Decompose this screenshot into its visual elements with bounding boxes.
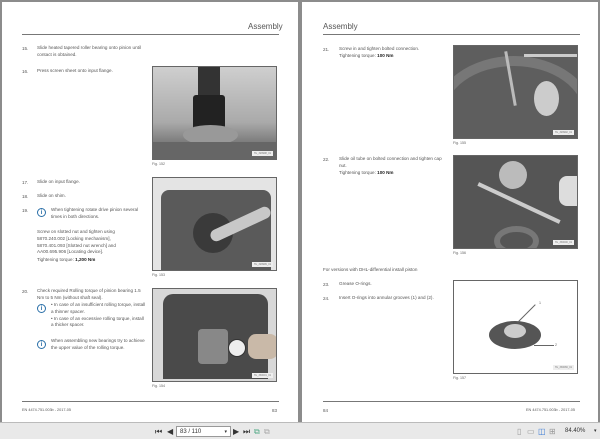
header-rule bbox=[22, 34, 279, 35]
figure-caption: Fig. 154 bbox=[152, 384, 165, 388]
callout-label: 2 bbox=[555, 343, 557, 347]
right-page: Assembly 21. Screw in and tighten bolted… bbox=[302, 2, 598, 422]
page-header: Assembly bbox=[248, 22, 283, 31]
info-icon: i bbox=[37, 304, 46, 313]
figure-caption: Fig. 155 bbox=[453, 141, 466, 145]
bullet-item: • In case of an insufficient rolling tor… bbox=[51, 302, 146, 314]
page-number: 83 bbox=[272, 408, 278, 413]
page-header: Assembly bbox=[323, 22, 358, 31]
step-number: 24. bbox=[323, 296, 330, 301]
scroll-view-icon[interactable]: ⊞ bbox=[549, 427, 556, 436]
footer-rule bbox=[323, 401, 580, 402]
header-rule bbox=[323, 34, 580, 35]
figure-156-photo: HL_330000_01 bbox=[453, 155, 578, 249]
step-text: Check required Rolling torque of pinion … bbox=[37, 288, 141, 300]
step-text: Screw in and tighten bolted connection. T… bbox=[339, 46, 420, 58]
figure-154-photo: HL_330001_01 bbox=[152, 288, 277, 382]
single-page-view-icon[interactable]: ▯ bbox=[517, 427, 521, 436]
step-number: 18. bbox=[22, 194, 29, 199]
step-number: 17. bbox=[22, 180, 29, 185]
next-page-button[interactable]: ▶ bbox=[233, 427, 239, 436]
figure-152-photo: HL_329998_01 bbox=[152, 66, 277, 160]
step-number: 20. bbox=[22, 289, 29, 294]
step-text: Press screen sheet onto input flange. bbox=[37, 68, 113, 73]
continuous-view-icon[interactable]: ▭ bbox=[527, 427, 535, 436]
info-note: When assembling new bearings try to achi… bbox=[51, 338, 145, 350]
step-text: Grease O-rings. bbox=[339, 281, 372, 286]
zoom-level[interactable]: 84.40% bbox=[565, 427, 585, 436]
step-text: Slide on shim. bbox=[37, 193, 66, 198]
figure-caption: Fig. 156 bbox=[453, 251, 466, 255]
page-number: 84 bbox=[323, 408, 329, 413]
step-number: 21. bbox=[323, 47, 330, 52]
figure-155-photo: HL_329992_01 bbox=[453, 45, 578, 139]
last-page-button[interactable]: ⏭ bbox=[243, 427, 250, 436]
figure-157-photo: 1 2 HL_330066_01 bbox=[453, 280, 578, 374]
info-note: When tightening rotate drive pinion seve… bbox=[51, 207, 139, 219]
doc-id: EN 4474.751.003b - 2017-05 bbox=[526, 408, 575, 412]
info-icon: i bbox=[37, 208, 46, 217]
step-number: 15. bbox=[22, 46, 29, 51]
figure-caption: Fig. 153 bbox=[152, 273, 165, 277]
doc-id: EN 4474.751.003b - 2017-05 bbox=[22, 408, 71, 412]
step-text: Slide oil tube on bolted connection and … bbox=[339, 156, 442, 175]
footer-rule bbox=[22, 401, 279, 402]
viewer-toolbar: ⏮ ◀ 83 / 110 ▾ ▶ ⏭ ⧉ ⧉ ▯ ▭ ◫ ⊞ 84.40% ▾ bbox=[0, 422, 600, 439]
figure-caption: Fig. 152 bbox=[152, 162, 165, 166]
left-page: Assembly 15. Slide heated tapered roller… bbox=[2, 2, 298, 422]
zoom-dropdown-icon[interactable]: ▾ bbox=[594, 427, 597, 436]
bullet-list: • In case of an insufficient rolling tor… bbox=[51, 302, 147, 329]
previous-page-button[interactable]: ◀ bbox=[167, 427, 173, 436]
step-number: 19. bbox=[22, 208, 29, 213]
two-page-view-icon[interactable]: ◫ bbox=[538, 427, 546, 436]
callout-label: 1 bbox=[539, 301, 541, 305]
info-icon: i bbox=[37, 340, 46, 349]
figure-153-photo: HL_329999_01 bbox=[152, 177, 277, 271]
step-number: 23. bbox=[323, 282, 330, 287]
step-text: Screw on slotted nut and tighten using 5… bbox=[37, 229, 116, 255]
step-text: Slide on input flange. bbox=[37, 179, 80, 184]
first-page-button[interactable]: ⏮ bbox=[155, 427, 162, 436]
rotate-icon[interactable]: ⧉ bbox=[254, 427, 260, 436]
torque-line: Tightening torque: 1,200 Nm bbox=[37, 257, 96, 262]
page-number-input[interactable]: 83 / 110 ▾ bbox=[176, 426, 231, 437]
step-number: 22. bbox=[323, 157, 330, 162]
figure-caption: Fig. 157 bbox=[453, 376, 466, 380]
step-text: Insert O-rings into annular grooves (1) … bbox=[339, 295, 434, 300]
copy-icon[interactable]: ⧉ bbox=[264, 427, 270, 436]
bullet-item: • In case of an excessive rolling torque… bbox=[51, 315, 144, 328]
section-note: For versions with DHL-differential insta… bbox=[323, 267, 418, 272]
step-text: Slide heated tapered roller bearing onto… bbox=[37, 45, 141, 57]
step-number: 16. bbox=[22, 69, 29, 74]
